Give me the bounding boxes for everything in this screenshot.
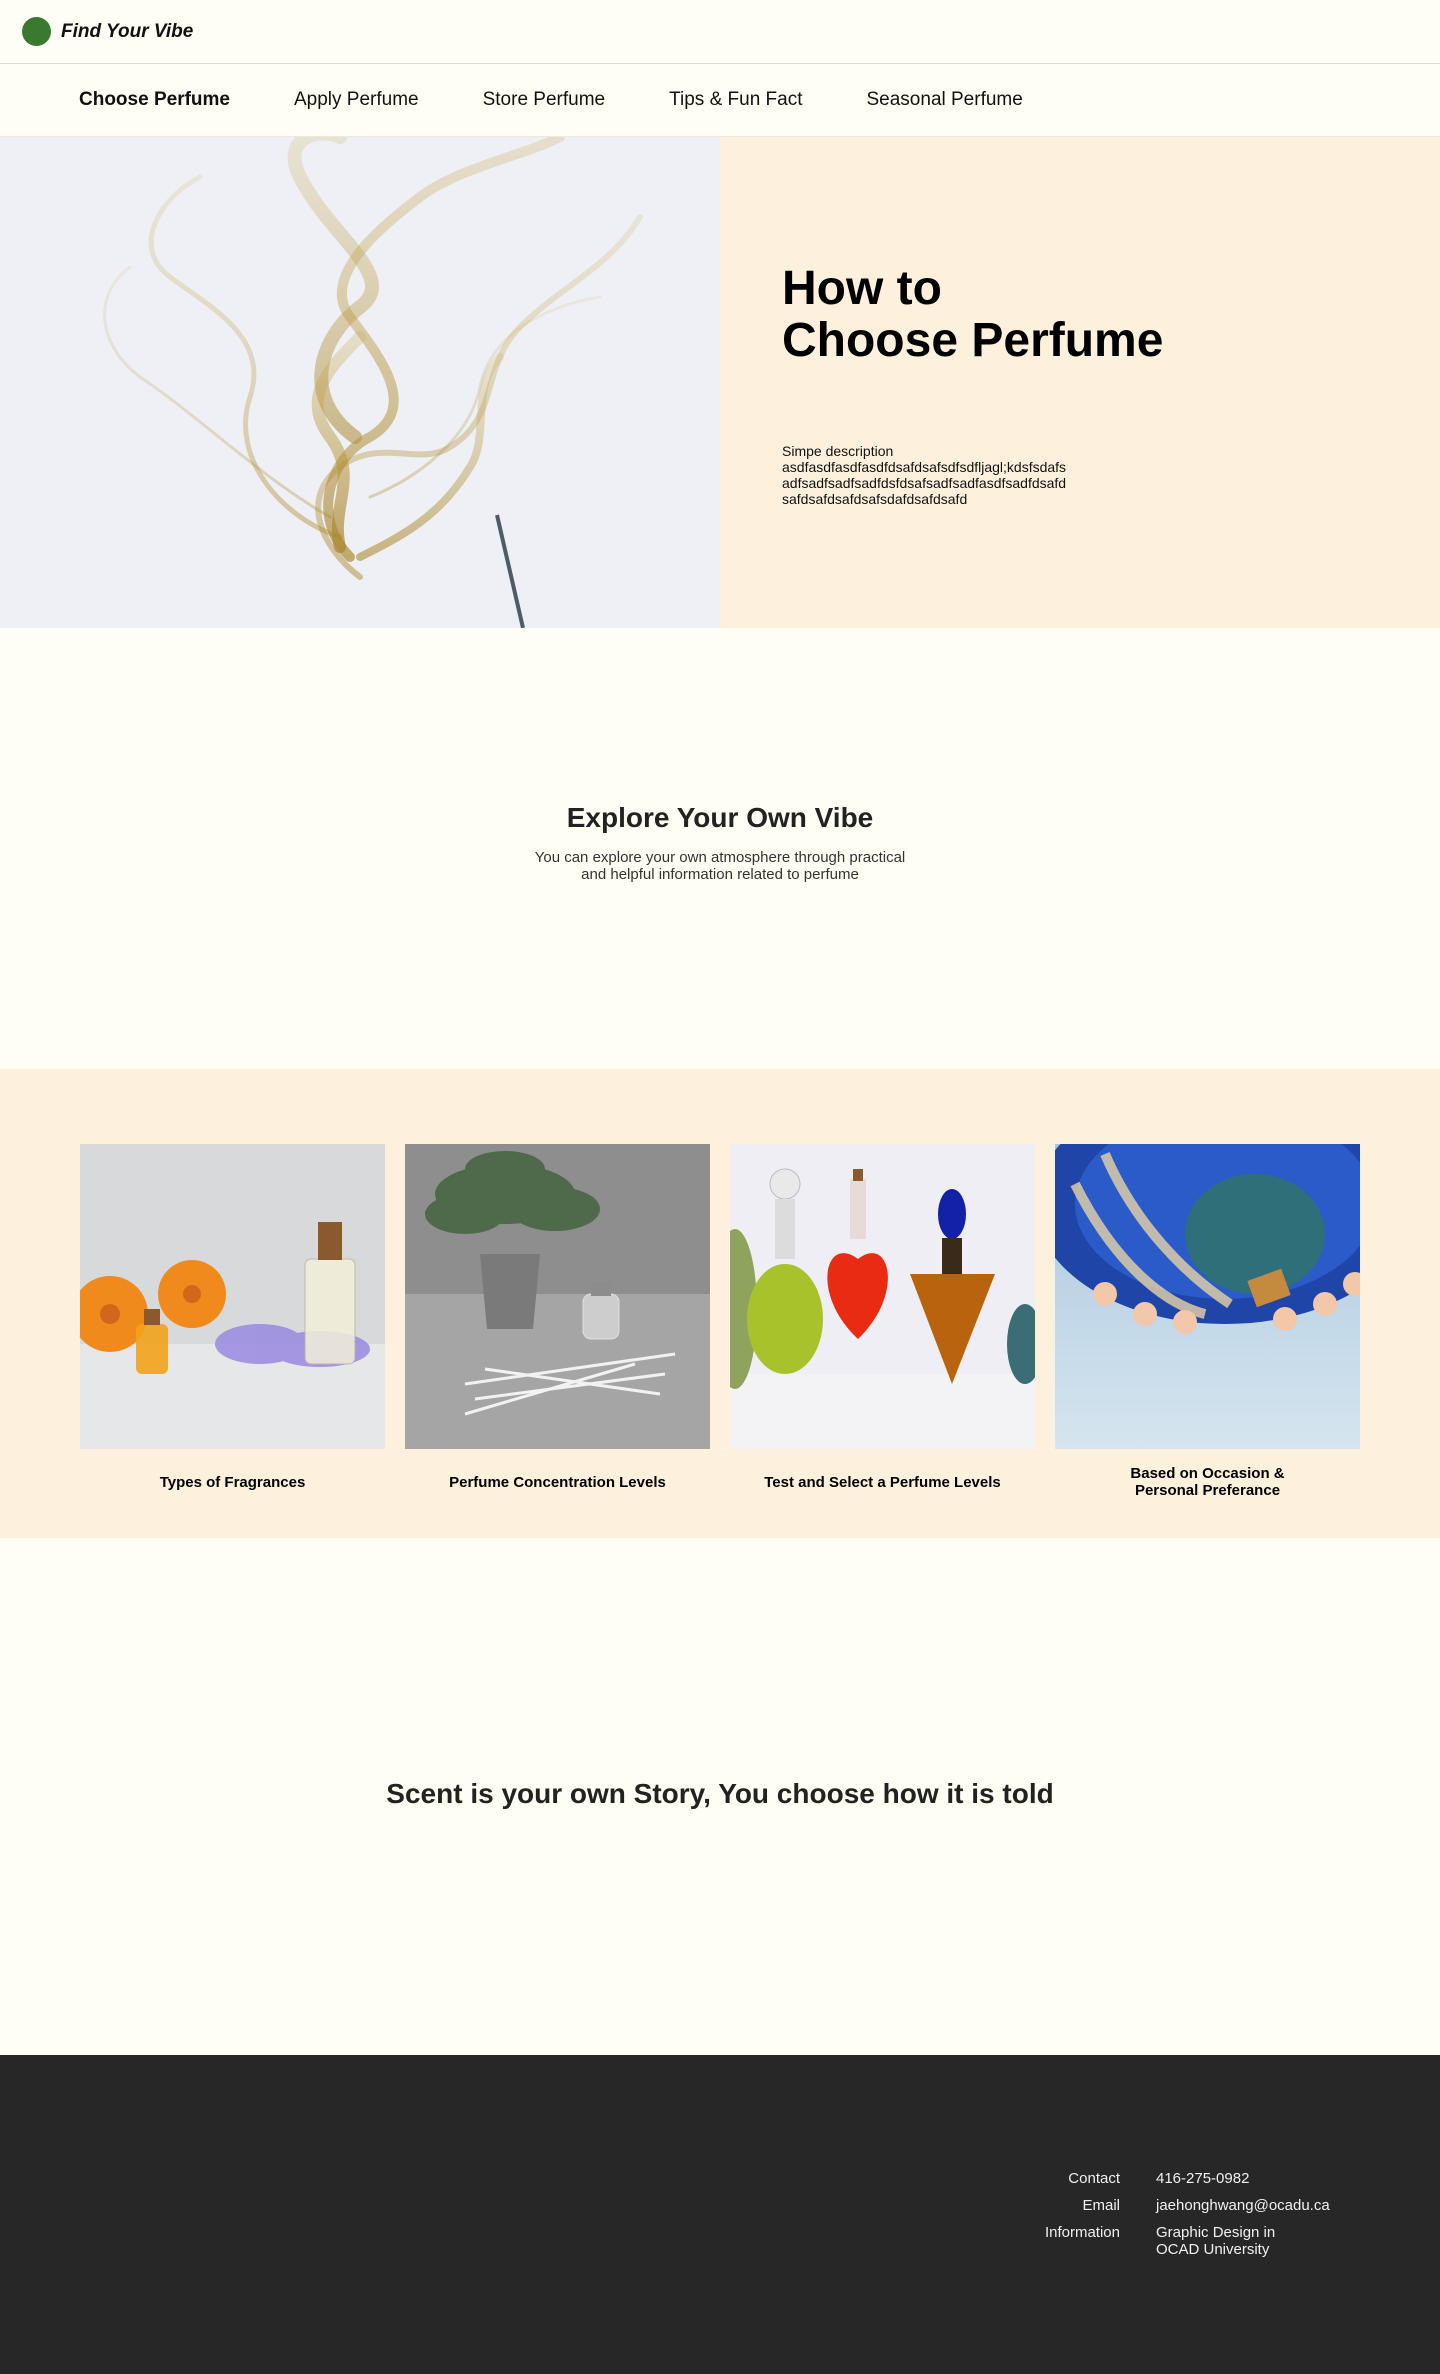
card-label[interactable]: Based on Occasion & Personal Preferance (1130, 1465, 1284, 1499)
card-label[interactable]: Perfume Concentration Levels (449, 1465, 666, 1499)
main-nav: Choose Perfume Apply Perfume Store Perfu… (0, 64, 1440, 137)
nav-item-seasonal-perfume[interactable]: Seasonal Perfume (867, 89, 1023, 111)
hero-section: How to Choose Perfume Simpe description … (0, 137, 1440, 628)
story-tagline: Scent is your own Story, You choose how … (386, 1778, 1054, 1809)
information-value: Graphic Design in OCAD University (1156, 2224, 1276, 2258)
logo-text[interactable]: Find Your Vibe (61, 21, 193, 43)
card-label[interactable]: Test and Select a Perfume Levels (764, 1465, 1001, 1499)
contact-email[interactable]: jaehonghwang@ocadu.ca (1156, 2197, 1330, 2214)
site-footer: Contact 416-275-0982 Email jaehonghwang@… (0, 2055, 1440, 2374)
nav-item-choose-perfume[interactable]: Choose Perfume (79, 89, 230, 111)
footer-contact-info: Contact 416-275-0982 Email jaehonghwang@… (1030, 2170, 1330, 2258)
card-types-of-fragrances[interactable]: Types of Fragrances (80, 1144, 385, 1538)
nav-item-apply-perfume[interactable]: Apply Perfume (294, 89, 419, 111)
card-label[interactable]: Types of Fragrances (160, 1465, 306, 1499)
card-occasion-preference[interactable]: Based on Occasion & Personal Preferance (1055, 1144, 1360, 1538)
explore-subtitle: You can explore your own atmosphere thro… (534, 849, 906, 883)
perfume-bottles-flowers-image[interactable] (80, 1144, 385, 1449)
nav-item-tips-fun-fact[interactable]: Tips & Fun Fact (669, 89, 802, 111)
contact-label: Contact (1068, 2170, 1120, 2187)
email-label: Email (1082, 2197, 1120, 2214)
contact-phone[interactable]: 416-275-0982 (1156, 2170, 1316, 2187)
smoke-incense-image (0, 137, 720, 628)
story-section: Scent is your own Story, You choose how … (0, 1538, 1440, 2055)
colorful-perfume-bottles-image[interactable] (730, 1144, 1035, 1449)
topic-cards-section: Types of Fragrances Perfume Concentratio… (0, 1069, 1440, 1538)
explore-section: Explore Your Own Vibe You can explore yo… (0, 628, 1440, 1069)
nav-item-store-perfume[interactable]: Store Perfume (483, 89, 606, 111)
hero-description: Simpe description asdfasdfasdfasdfdsafds… (782, 443, 1067, 507)
hot-air-balloon-image[interactable] (1055, 1144, 1360, 1449)
site-header: Find Your Vibe (0, 0, 1440, 64)
explore-title: Explore Your Own Vibe (566, 802, 874, 833)
hero-title: How to Choose Perfume (782, 262, 1164, 367)
reed-diffuser-plant-image[interactable] (405, 1144, 710, 1449)
card-test-and-select[interactable]: Test and Select a Perfume Levels (730, 1144, 1035, 1538)
information-label: Information (1044, 2224, 1120, 2241)
card-concentration-levels[interactable]: Perfume Concentration Levels (405, 1144, 710, 1538)
logo-icon[interactable] (22, 17, 51, 46)
hero-text-panel: How to Choose Perfume Simpe description … (720, 137, 1440, 628)
